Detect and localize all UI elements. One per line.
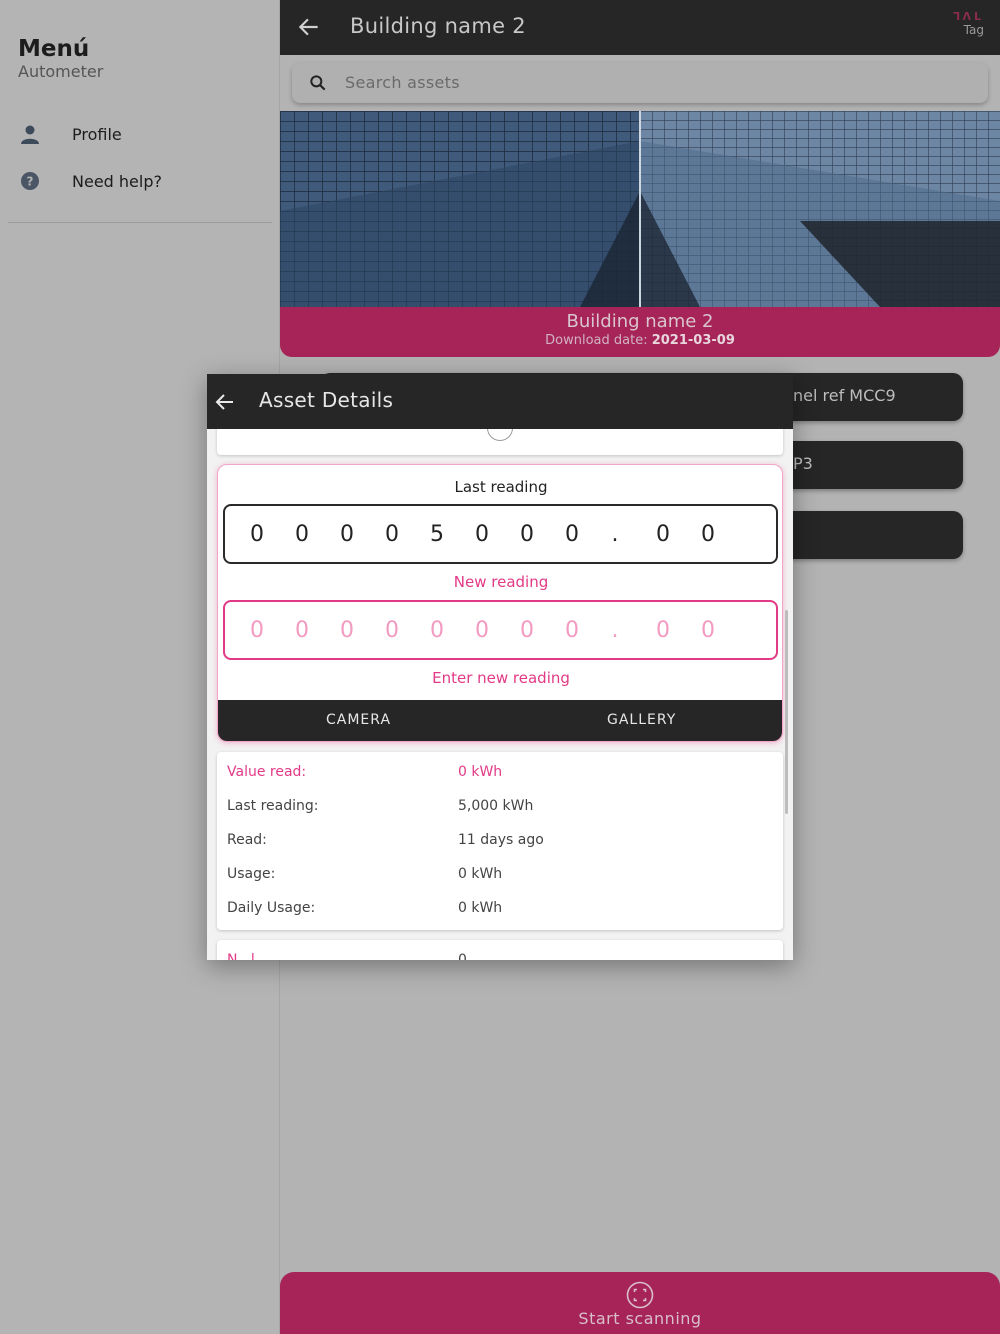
sidebar-item-label: Profile (72, 124, 122, 144)
decimal-point: . (611, 618, 619, 643)
svg-text:?: ? (27, 175, 34, 189)
detail-key: Usage: (227, 866, 276, 882)
back-arrow-icon[interactable] (296, 14, 322, 40)
sidebar-item-label: Need help? (72, 171, 162, 191)
detail-key: Value read: (227, 764, 307, 780)
digit[interactable]: 0 (247, 618, 267, 643)
dialog-title: Asset Details (259, 388, 394, 412)
building-image (280, 111, 1000, 307)
page-title: Building name 2 (350, 14, 526, 38)
search-bar[interactable]: Search assets (292, 63, 988, 103)
camera-button[interactable]: CAMERA (326, 712, 391, 728)
enter-reading-hint: Enter new reading (432, 669, 570, 687)
sidebar-item-profile[interactable]: Profile (0, 114, 280, 154)
digit[interactable]: 0 (292, 618, 312, 643)
start-scanning-button[interactable]: Start scanning (280, 1272, 1000, 1334)
asset-label: nel ref MCC9 (793, 386, 896, 405)
sidebar-divider (8, 222, 272, 223)
digit[interactable]: 0 (562, 618, 582, 643)
reading-card: Last reading 0 0 0 0 5 0 0 0 . 0 0 New r… (217, 464, 783, 742)
detail-value: 5,000 kWh (458, 798, 534, 814)
digit[interactable]: 0 (337, 618, 357, 643)
digit: 0 (295, 522, 309, 547)
digit[interactable]: 0 (653, 618, 673, 643)
digit: 0 (701, 522, 715, 547)
digit[interactable]: 0 (698, 618, 718, 643)
help-icon: ? (21, 172, 39, 190)
digit[interactable]: 0 (517, 618, 537, 643)
asset-label: P3 (793, 454, 813, 473)
sidebar-item-help[interactable]: ? Need help? (0, 161, 280, 201)
digit: 0 (520, 522, 534, 547)
detail-value: 11 days ago (458, 832, 544, 848)
back-arrow-icon[interactable] (213, 390, 237, 414)
digit: 0 (656, 522, 670, 547)
digit[interactable]: 0 (472, 618, 492, 643)
detail-key: Last reading: (227, 798, 319, 814)
app-header: Building name 2 ꓶΛL Tag (280, 0, 1000, 55)
photo-source-bar: CAMERA GALLERY (218, 700, 782, 741)
detail-value: 0 kWh (458, 900, 503, 916)
digit: 0 (250, 522, 264, 547)
gallery-button[interactable]: GALLERY (607, 712, 676, 728)
scan-icon (626, 1281, 654, 1309)
last-reading-display: 0 0 0 0 5 0 0 0 . 0 0 (223, 504, 778, 564)
search-icon (310, 75, 326, 91)
new-reading-input[interactable]: 0 0 0 0 0 0 0 0 . 0 0 (223, 600, 778, 660)
detail-value: 0 (458, 952, 467, 960)
detail-row: Read: 11 days ago (217, 832, 783, 852)
detail-row: Value read: 0 kWh (217, 764, 783, 784)
detail-value: 0 kWh (458, 866, 503, 882)
next-card-partial: N...l 0 (217, 940, 783, 960)
logo-tag: Tag (963, 23, 984, 37)
new-reading-label: New reading (453, 573, 549, 591)
building-info-band: Building name 2 Download date: 2021-03-0… (280, 307, 1000, 357)
logo-mark: ꓶΛL (953, 10, 984, 23)
detail-row: Last reading: 5,000 kWh (217, 798, 783, 818)
last-reading-label: Last reading (454, 478, 548, 496)
detail-row: Daily Usage: 0 kWh (217, 900, 783, 920)
menu-subtitle: Autometer (18, 62, 104, 81)
start-scanning-label: Start scanning (578, 1309, 702, 1328)
person-icon (21, 125, 39, 144)
building-name: Building name 2 (566, 311, 714, 332)
dialog-header: Asset Details (207, 374, 793, 429)
digit: 0 (340, 522, 354, 547)
detail-key: N...l (227, 952, 255, 960)
digit[interactable]: 0 (427, 618, 447, 643)
digit: 0 (565, 522, 579, 547)
brand-logo: ꓶΛL Tag (953, 10, 984, 37)
detail-key: Read: (227, 832, 267, 848)
detail-row: Usage: 0 kWh (217, 866, 783, 886)
detail-key: Daily Usage: (227, 900, 316, 916)
detail-value: 0 kWh (458, 764, 503, 780)
search-input[interactable]: Search assets (345, 73, 460, 92)
scrollbar[interactable] (785, 610, 788, 814)
digit: 5 (430, 522, 444, 547)
decimal-point: . (611, 522, 619, 547)
menu-title: Menú (18, 36, 90, 62)
reading-details-card: Value read: 0 kWh Last reading: 5,000 kW… (217, 752, 783, 930)
digit[interactable]: 0 (382, 618, 402, 643)
digit: 0 (385, 522, 399, 547)
asset-details-dialog: Asset Details Last reading 0 0 0 0 5 0 0… (207, 374, 793, 960)
digit: 0 (475, 522, 489, 547)
download-date: Download date: 2021-03-09 (545, 333, 735, 348)
